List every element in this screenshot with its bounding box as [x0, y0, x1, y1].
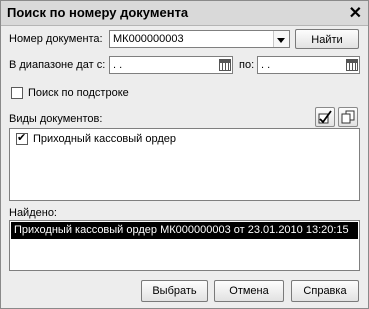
date-from-field[interactable]: . .: [109, 56, 233, 74]
close-icon[interactable]: ✕: [349, 3, 362, 23]
help-button-label: Справка: [303, 285, 347, 297]
substring-checkbox[interactable]: [11, 87, 23, 99]
search-dialog: Поиск по номеру документа ✕ Номер докуме…: [0, 0, 369, 309]
doc-number-label: Номер документа:: [9, 33, 103, 45]
found-row-text: Приходный кассовый ордер МК000000003 от …: [14, 224, 349, 236]
found-row[interactable]: Приходный кассовый ордер МК000000003 от …: [11, 222, 358, 239]
found-list[interactable]: Приходный кассовый ордер МК000000003 от …: [9, 220, 360, 271]
found-label: Найдено:: [9, 207, 57, 219]
date-to-field[interactable]: . .: [257, 56, 360, 74]
find-button-label: Найти: [311, 34, 343, 46]
copy-icon[interactable]: [338, 107, 358, 127]
dialog-title: Поиск по номеру документа: [7, 5, 189, 20]
cancel-button[interactable]: Отмена: [214, 280, 284, 302]
doc-types-label: Виды документов:: [9, 113, 103, 125]
doc-number-value: МК000000003: [113, 33, 184, 45]
cancel-button-label: Отмена: [229, 285, 269, 297]
date-to-value: . .: [261, 59, 271, 71]
calendar-icon[interactable]: [346, 59, 358, 71]
doc-type-item-label: Приходный кассовый ордер: [33, 133, 177, 145]
doc-type-checkbox[interactable]: [16, 131, 28, 145]
select-button[interactable]: Выбрать: [141, 280, 208, 302]
date-from-label: В диапазоне дат с:: [9, 59, 106, 71]
doc-number-field[interactable]: МК000000003: [109, 30, 290, 48]
title-bar: Поиск по номеру документа ✕: [1, 1, 368, 26]
date-from-value: . .: [113, 59, 123, 71]
substring-label: Поиск по подстроке: [28, 87, 129, 99]
help-button[interactable]: Справка: [291, 280, 359, 302]
doc-types-list[interactable]: Приходный кассовый ордер: [9, 128, 360, 201]
calendar-icon[interactable]: [219, 59, 231, 71]
date-to-label: по:: [239, 59, 255, 71]
check-all-icon[interactable]: [315, 107, 335, 127]
select-button-label: Выбрать: [152, 285, 197, 297]
find-button[interactable]: Найти: [295, 29, 359, 49]
chevron-down-icon[interactable]: [273, 31, 289, 47]
